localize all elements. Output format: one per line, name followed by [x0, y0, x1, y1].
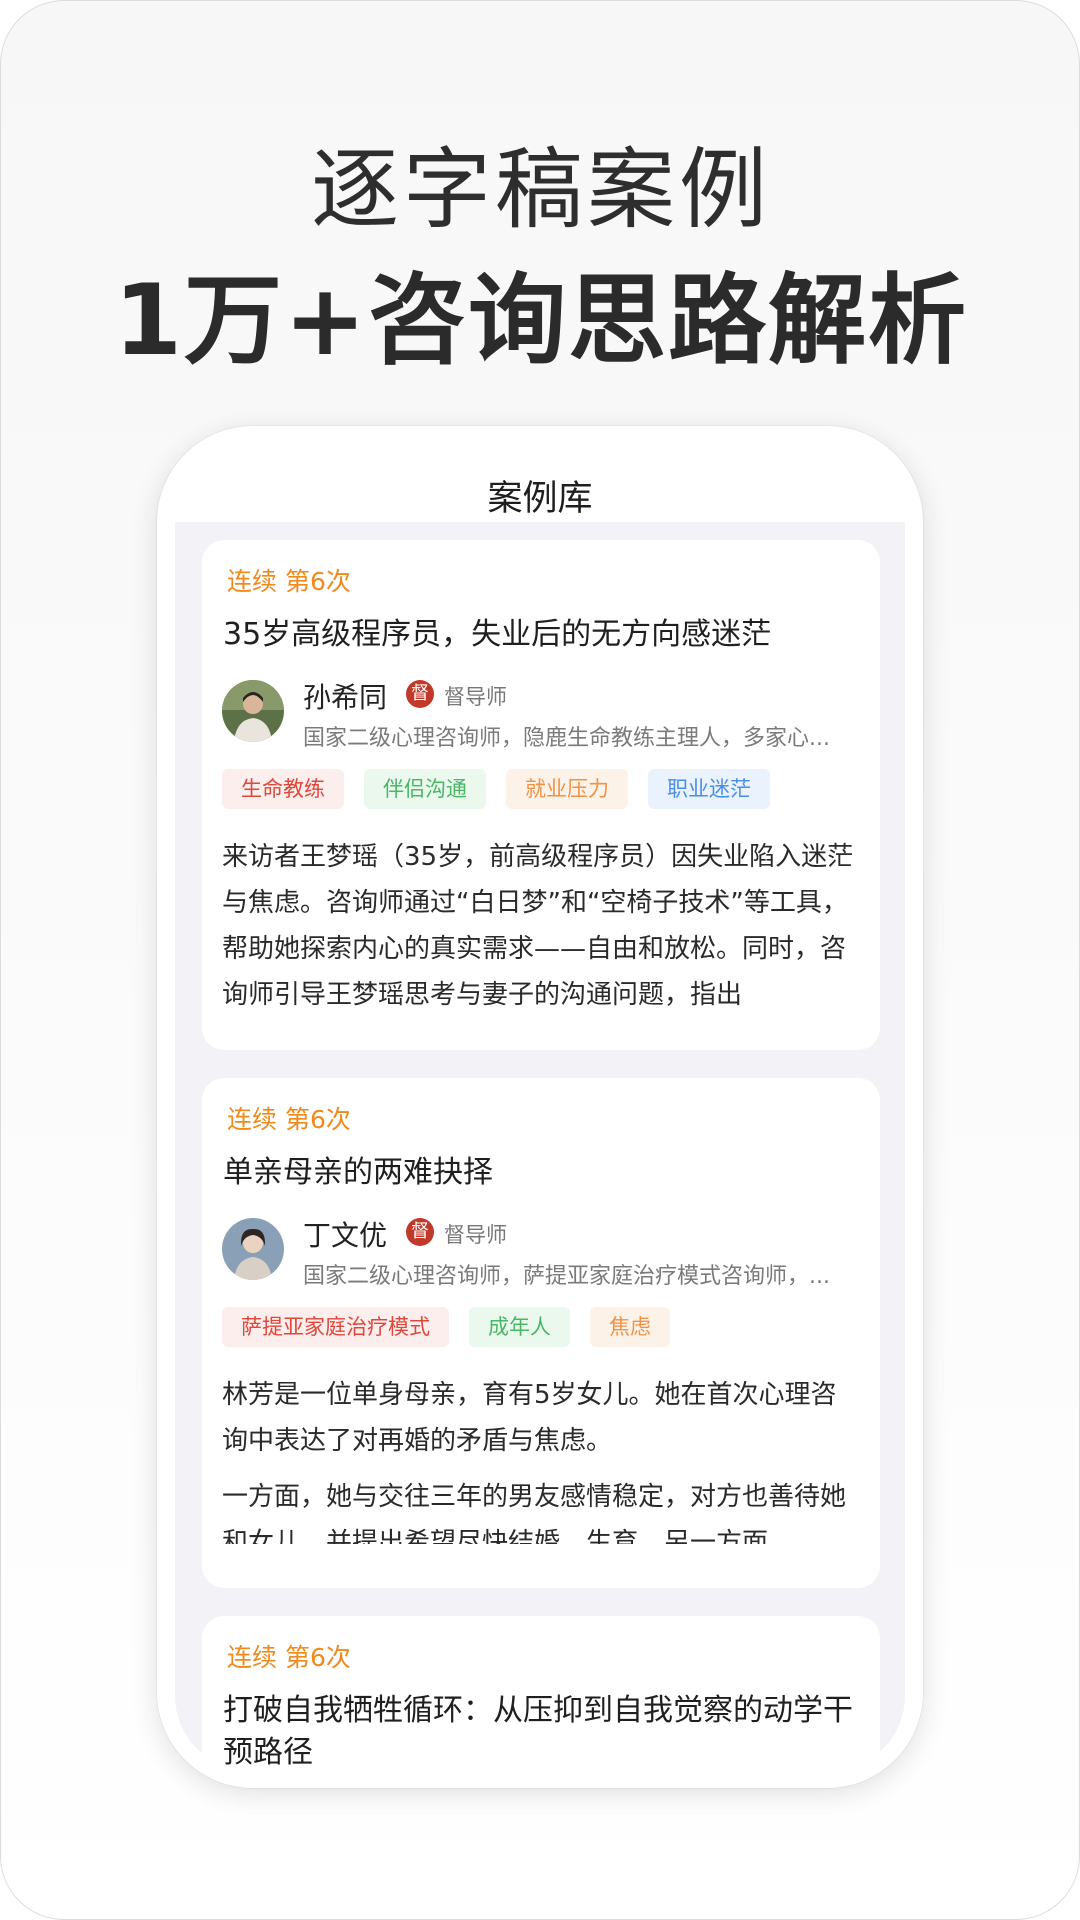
phone-frame: 案例库 连续 第6次 35岁高级程序员，失业后的无方向感迷茫 孙希同 督 督导师…	[157, 426, 923, 1788]
summary-paragraph: 来访者王梦瑶（35岁，前高级程序员）因失业陷入迷茫与焦虑。咨询师通过“白日梦”和…	[222, 842, 854, 1010]
supervisor-badge-icon: 督	[406, 1218, 434, 1246]
case-card[interactable]: 连续 第6次 35岁高级程序员，失业后的无方向感迷茫 孙希同 督 督导师 国家二…	[202, 540, 880, 1050]
case-card[interactable]: 连续 第6次 打破自我牺牲循环：从压抑到自我觉察的动学干预路径	[202, 1616, 880, 1770]
summary-paragraph: 一方面，她与交往三年的男友感情稳定，对方也善待她和女儿，并提出希望尽快结婚、生育…	[222, 1482, 847, 1544]
coach-avatar	[222, 680, 284, 742]
promo-headline-line2: 1万+咨询思路解析	[113, 264, 969, 378]
case-summary: 林芳是一位单身母亲，育有5岁女儿。她在首次心理咨询中表达了对再婚的矛盾与焦虑。 …	[222, 1372, 858, 1544]
case-title: 打破自我牺牲循环：从压抑到自我觉察的动学干预路径	[223, 1693, 853, 1770]
tag-list: 生命教练 伴侣沟通 就业压力 职业迷茫	[222, 769, 770, 809]
coach-name: 孙希同	[303, 681, 388, 714]
tag[interactable]: 生命教练	[222, 769, 344, 809]
coach-role: 督导师	[444, 1223, 507, 1247]
promo-headline-line1: 逐字稿案例	[310, 138, 771, 241]
case-title: 单亲母亲的两难抉择	[223, 1155, 493, 1190]
coach-name: 丁文优	[303, 1219, 388, 1252]
phone-screen: 案例库 连续 第6次 35岁高级程序员，失业后的无方向感迷茫 孙希同 督 督导师…	[175, 444, 905, 1770]
tag[interactable]: 焦虑	[590, 1307, 670, 1347]
case-card[interactable]: 连续 第6次 单亲母亲的两难抉择 丁文优 督 督导师 国家二级心理咨询师，萨提亚…	[202, 1078, 880, 1588]
tag-list: 萨提亚家庭治疗模式 成年人 焦虑	[222, 1307, 670, 1347]
coach-description: 国家二级心理咨询师，萨提亚家庭治疗模式咨询师，...	[303, 1264, 830, 1289]
streak-label: 连续 第6次	[227, 1105, 351, 1134]
coach-description: 国家二级心理咨询师，隐鹿生命教练主理人，多家心...	[303, 726, 830, 751]
promo-background: 逐字稿案例 1万+咨询思路解析 案例库 连续 第6次 35岁高级程序员，失业后的…	[0, 0, 1080, 1920]
coach-avatar	[222, 1218, 284, 1280]
case-title: 35岁高级程序员，失业后的无方向感迷茫	[223, 617, 772, 652]
tag[interactable]: 萨提亚家庭治疗模式	[222, 1307, 449, 1347]
streak-label: 连续 第6次	[227, 1643, 351, 1672]
case-summary: 来访者王梦瑶（35岁，前高级程序员）因失业陷入迷茫与焦虑。咨询师通过“白日梦”和…	[222, 834, 858, 1014]
summary-paragraph: 林芳是一位单身母亲，育有5岁女儿。她在首次心理咨询中表达了对再婚的矛盾与焦虑。	[222, 1380, 837, 1456]
tag[interactable]: 伴侣沟通	[364, 769, 486, 809]
streak-label: 连续 第6次	[227, 567, 351, 596]
page-title: 案例库	[487, 479, 593, 519]
tag[interactable]: 职业迷茫	[648, 769, 770, 809]
tag[interactable]: 就业压力	[506, 769, 628, 809]
supervisor-badge-icon: 督	[406, 680, 434, 708]
nav-bar: 案例库	[175, 444, 905, 522]
tag[interactable]: 成年人	[469, 1307, 570, 1347]
coach-role: 督导师	[444, 685, 507, 709]
